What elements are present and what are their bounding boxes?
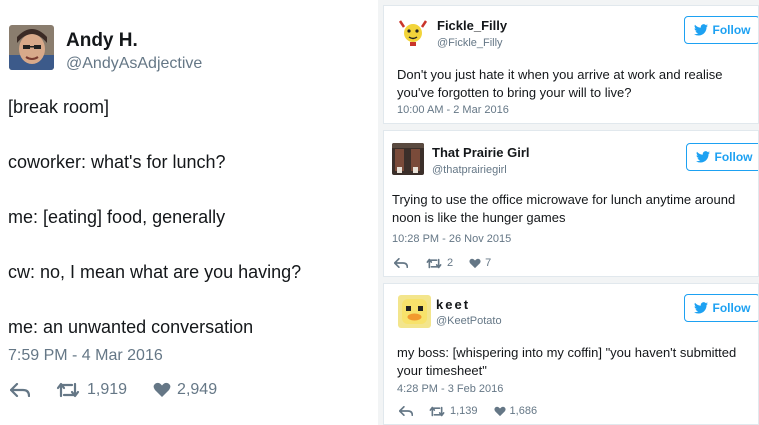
avatar[interactable] (398, 295, 431, 328)
tweet-actions: 1,139 1,686 (399, 405, 537, 417)
tweet-text-line: me: an unwanted conversation (8, 317, 254, 337)
like-button[interactable]: 7 (469, 257, 491, 269)
reply-icon[interactable] (394, 258, 408, 268)
heart-icon (153, 382, 171, 398)
timestamp[interactable]: 10:00 AM - 2 Mar 2016 (397, 104, 509, 116)
heart-icon (493, 406, 506, 417)
retweet-count: 1,139 (450, 405, 478, 417)
timestamp[interactable]: 10:28 PM - 26 Nov 2015 (392, 233, 511, 245)
display-name[interactable]: Fickle_Filly (437, 18, 507, 33)
retweet-count: 1,919 (87, 381, 128, 398)
retweet-icon (429, 406, 445, 417)
tweet-card-keet: keet @KeetPotato Follow my boss: [whispe… (383, 283, 759, 425)
user-handle[interactable]: @Fickle_Filly (437, 37, 503, 49)
tweet-text: Don't you just hate it when you arrive a… (397, 67, 723, 100)
reply-icon[interactable] (10, 383, 30, 397)
bird-icon (695, 151, 710, 163)
tweet-text-line: [break room] (8, 97, 110, 117)
retweet-button[interactable]: 2 (426, 257, 453, 269)
follow-label: Follow (712, 301, 751, 315)
tweet-text: Trying to use the office microwave for l… (392, 192, 736, 225)
timestamp[interactable]: 7:59 PM - 4 Mar 2016 (8, 347, 163, 365)
reply-icon[interactable] (399, 406, 413, 416)
like-count: 2,949 (177, 381, 218, 398)
user-handle[interactable]: @AndyAsAdjective (66, 55, 202, 73)
bird-icon (693, 24, 708, 36)
tweet-actions: 2 7 (394, 257, 491, 269)
display-name[interactable]: keet (436, 297, 470, 312)
tweet-card-fickle-filly: Fickle_Filly @Fickle_Filly Follow Don't … (383, 5, 759, 124)
tweet-text-line: cw: no, I mean what are you having? (8, 262, 302, 282)
display-name[interactable]: That Prairie Girl (432, 145, 530, 160)
display-name[interactable]: Andy H. (66, 30, 138, 52)
user-handle[interactable]: @KeetPotato (436, 315, 502, 327)
like-button[interactable]: 1,686 (493, 405, 538, 417)
tweet-text-line: coworker: what's for lunch? (8, 152, 226, 172)
avatar[interactable] (398, 17, 428, 47)
follow-button[interactable]: Follow (686, 143, 758, 171)
follow-button[interactable]: Follow (684, 294, 758, 322)
retweet-icon (426, 258, 442, 269)
follow-label: Follow (714, 150, 753, 164)
tweet-actions: 1,919 2,949 (10, 381, 217, 399)
tweet-card-andy: Andy H. @AndyAsAdjective [break room] co… (0, 0, 378, 425)
bird-icon (693, 302, 708, 314)
tweet-text-line: me: [eating] food, generally (8, 207, 226, 227)
follow-label: Follow (712, 23, 751, 37)
like-count: 7 (485, 257, 492, 269)
user-handle[interactable]: @thatprairiegirl (432, 164, 507, 176)
like-count: 1,686 (509, 405, 538, 417)
avatar[interactable] (392, 143, 424, 175)
timestamp[interactable]: 4:28 PM - 3 Feb 2016 (397, 383, 503, 395)
retweet-button[interactable]: 1,919 (56, 381, 127, 399)
heart-icon (469, 258, 481, 269)
follow-button[interactable]: Follow (684, 16, 758, 44)
retweet-button[interactable]: 1,139 (429, 405, 478, 417)
retweet-count: 2 (447, 257, 454, 269)
like-button[interactable]: 2,949 (153, 381, 217, 399)
tweet-card-prairie-girl: That Prairie Girl @thatprairiegirl Follo… (383, 130, 759, 277)
avatar[interactable] (9, 25, 54, 70)
tweet-text: my boss: [whispering into my coffin] "yo… (397, 345, 737, 378)
retweet-icon (56, 382, 80, 398)
